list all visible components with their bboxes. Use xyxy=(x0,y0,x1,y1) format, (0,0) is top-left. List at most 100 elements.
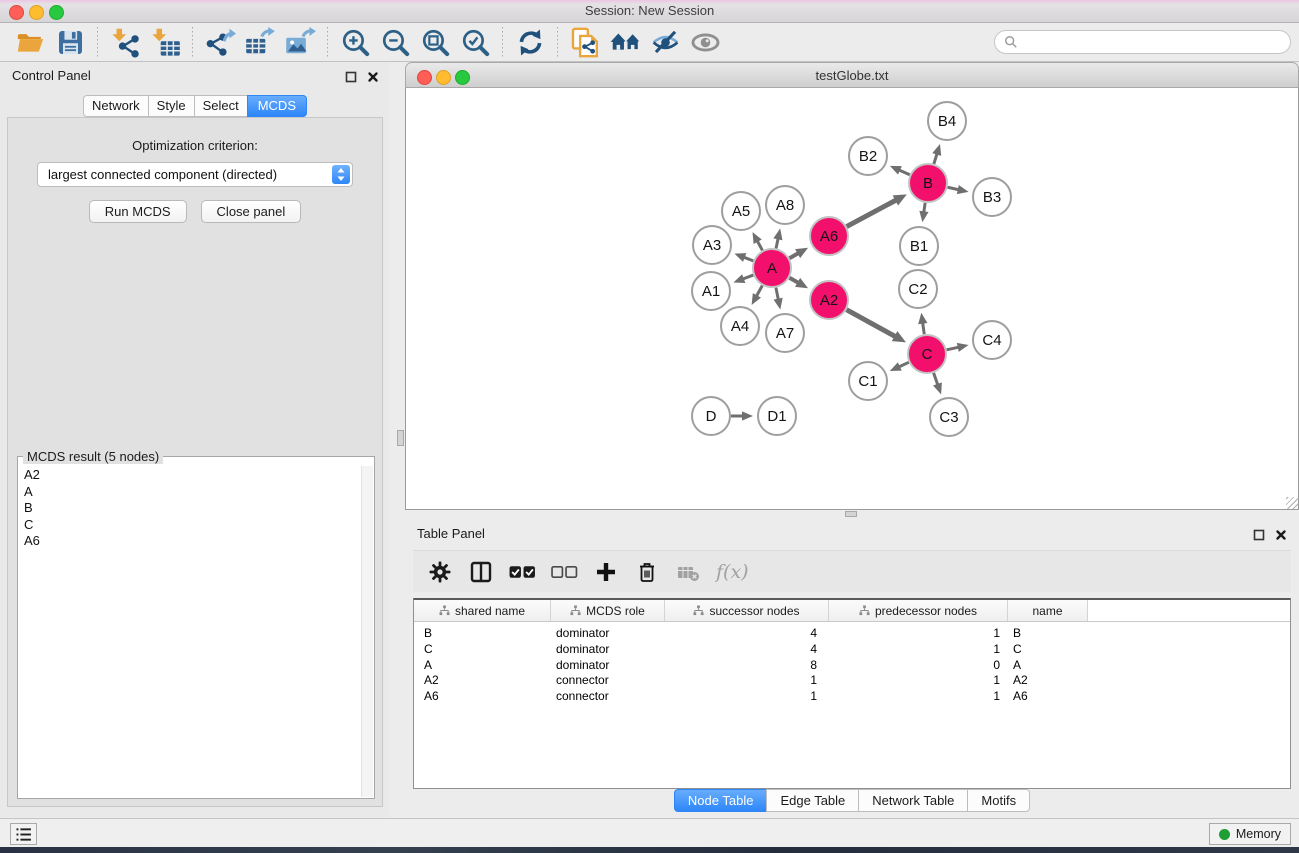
table-cell[interactable]: connector xyxy=(551,689,665,705)
close-panel-button[interactable]: Close panel xyxy=(201,200,302,223)
table-cell[interactable]: A6 xyxy=(1008,689,1088,705)
column-header-mcds-role[interactable]: MCDS role xyxy=(551,600,665,621)
graph-node-C3[interactable]: C3 xyxy=(930,398,968,436)
graph-node-B[interactable]: B xyxy=(909,164,947,202)
graph-node-C[interactable]: C xyxy=(908,335,946,373)
tab-edge-table[interactable]: Edge Table xyxy=(766,789,859,812)
table-cell[interactable]: dominator xyxy=(551,658,665,674)
tab-style[interactable]: Style xyxy=(148,95,195,117)
tab-network-table[interactable]: Network Table xyxy=(858,789,968,812)
graph-node-C1[interactable]: C1 xyxy=(849,362,887,400)
graph-node-A8[interactable]: A8 xyxy=(766,186,804,224)
new-network-from-selection-button[interactable] xyxy=(565,25,605,59)
network-window-titlebar[interactable]: testGlobe.txt xyxy=(405,62,1299,88)
graph-edge-A-A7[interactable] xyxy=(774,288,783,310)
table-cell[interactable]: dominator xyxy=(551,626,665,642)
graph-node-A4[interactable]: A4 xyxy=(721,307,759,345)
graph-node-A3[interactable]: A3 xyxy=(693,226,731,264)
graph-node-A6[interactable]: A6 xyxy=(810,217,848,255)
select-all-rows-button[interactable] xyxy=(509,558,536,586)
table-cell[interactable]: B xyxy=(414,626,551,642)
delete-columns-button[interactable] xyxy=(634,558,660,586)
zoom-out-button[interactable] xyxy=(375,25,415,59)
table-cell[interactable]: 1 xyxy=(829,642,1008,658)
table-cell[interactable]: 4 xyxy=(665,626,829,642)
float-panel-icon[interactable] xyxy=(344,70,358,84)
hide-graphics-details-button[interactable] xyxy=(645,25,685,59)
graph-edge-B-B3[interactable] xyxy=(948,185,969,194)
search-input[interactable] xyxy=(1023,32,1290,52)
tab-mcds[interactable]: MCDS xyxy=(247,95,307,117)
table-cell[interactable]: A2 xyxy=(1008,673,1088,689)
graph-edge-A-A2[interactable] xyxy=(789,278,808,288)
table-row[interactable]: A2connector11A2 xyxy=(414,673,1290,689)
export-image-button[interactable] xyxy=(280,25,320,59)
graph-node-D1[interactable]: D1 xyxy=(758,397,796,435)
table-cell[interactable]: dominator xyxy=(551,642,665,658)
graph-edge-A2-C[interactable] xyxy=(847,310,906,343)
mcds-result-item[interactable]: B xyxy=(24,500,374,517)
tab-motifs[interactable]: Motifs xyxy=(967,789,1030,812)
run-mcds-button[interactable]: Run MCDS xyxy=(89,200,187,223)
graph-edge-A-A1[interactable] xyxy=(733,274,753,283)
table-cell[interactable]: 1 xyxy=(665,689,829,705)
result-scrollbar[interactable] xyxy=(361,466,373,797)
graph-edge-B-B1[interactable] xyxy=(919,203,928,222)
table-row[interactable]: Cdominator41C xyxy=(414,642,1290,658)
network-canvas[interactable]: B4B2BB3B1A5A8A6A3AA1C2A2A4A7C4CC1C3DD1 xyxy=(405,88,1299,510)
graph-node-B2[interactable]: B2 xyxy=(849,137,887,175)
mcds-result-item[interactable]: C xyxy=(24,517,374,534)
graph-node-A1[interactable]: A1 xyxy=(692,272,730,310)
first-neighbors-button[interactable] xyxy=(605,25,645,59)
table-cell[interactable]: 0 xyxy=(829,658,1008,674)
show-graphics-details-button[interactable] xyxy=(685,25,725,59)
graph-edge-C-C2[interactable] xyxy=(918,313,927,334)
graph-edge-A-A5[interactable] xyxy=(752,232,762,250)
zoom-selected-button[interactable] xyxy=(455,25,495,59)
import-network-from-file-button[interactable] xyxy=(105,25,145,59)
column-header-name[interactable]: name xyxy=(1008,600,1088,621)
table-cell[interactable]: C xyxy=(1008,642,1088,658)
graph-node-B1[interactable]: B1 xyxy=(900,227,938,265)
import-table-from-file-button[interactable] xyxy=(145,25,185,59)
add-column-button[interactable] xyxy=(593,558,619,586)
zoom-fit-content-button[interactable] xyxy=(415,25,455,59)
optimization-criterion-select[interactable]: largest connected component (directed) xyxy=(37,162,353,187)
mcds-result-item[interactable]: A2 xyxy=(24,467,374,484)
mcds-result-item[interactable]: A xyxy=(24,484,374,501)
zoom-in-button[interactable] xyxy=(335,25,375,59)
graph-edge-A-A6[interactable] xyxy=(789,248,808,258)
table-cell[interactable]: 1 xyxy=(829,689,1008,705)
search-box[interactable] xyxy=(994,30,1291,54)
table-row[interactable]: A6connector11A6 xyxy=(414,689,1290,705)
graph-node-D[interactable]: D xyxy=(692,397,730,435)
save-session-button[interactable] xyxy=(50,25,90,59)
tab-node-table[interactable]: Node Table xyxy=(674,789,768,812)
graph-edge-A-A4[interactable] xyxy=(752,286,763,305)
column-header-predecessor-nodes[interactable]: predecessor nodes xyxy=(829,600,1008,621)
show-column-panel-button[interactable] xyxy=(468,558,494,586)
vertical-splitter-handle[interactable] xyxy=(397,430,404,446)
graph-node-B4[interactable]: B4 xyxy=(928,102,966,140)
table-settings-button[interactable] xyxy=(427,558,453,586)
graph-edge-A-A3[interactable] xyxy=(734,253,753,262)
export-table-button[interactable] xyxy=(240,25,280,59)
close-panel-icon[interactable] xyxy=(366,70,380,84)
table-cell[interactable]: 1 xyxy=(829,673,1008,689)
table-cell[interactable]: A2 xyxy=(414,673,551,689)
memory-button[interactable]: Memory xyxy=(1209,823,1291,845)
deselect-all-rows-button[interactable] xyxy=(551,558,578,586)
table-row[interactable]: Bdominator41B xyxy=(414,626,1290,642)
graph-node-A7[interactable]: A7 xyxy=(766,314,804,352)
table-cell[interactable]: 1 xyxy=(829,626,1008,642)
graph-edge-C-C1[interactable] xyxy=(890,362,909,371)
graph-node-B3[interactable]: B3 xyxy=(973,178,1011,216)
table-cell[interactable]: 1 xyxy=(665,673,829,689)
table-cell[interactable]: A xyxy=(414,658,551,674)
table-cell[interactable]: A6 xyxy=(414,689,551,705)
export-network-button[interactable] xyxy=(200,25,240,59)
table-cell[interactable]: A xyxy=(1008,658,1088,674)
column-header-shared-name[interactable]: shared name xyxy=(414,600,551,621)
graph-edge-C-C4[interactable] xyxy=(947,343,969,352)
table-row[interactable]: Adominator80A xyxy=(414,658,1290,674)
